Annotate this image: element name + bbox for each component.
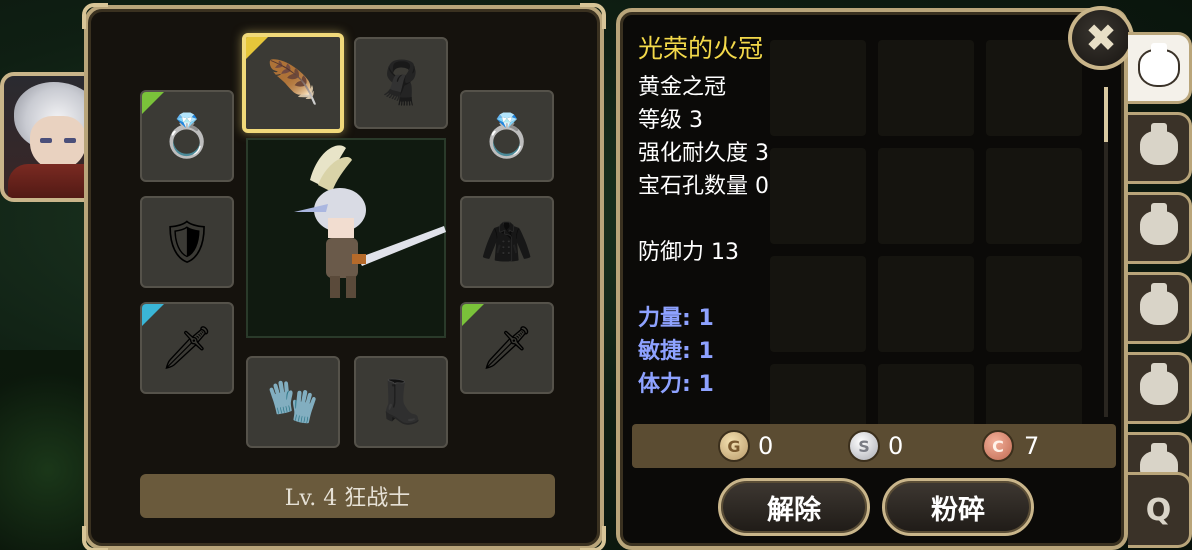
level-class-bar: Lv. 4 狂战士 — [140, 474, 555, 518]
stat-agility: 敏捷: 1 — [638, 339, 714, 364]
character-preview — [246, 138, 446, 338]
gold-amount: 0 — [758, 432, 774, 460]
destroy-button[interactable]: 粉碎 — [882, 478, 1034, 536]
character-sprite — [294, 145, 446, 298]
gold-ring-icon: 💍 — [480, 111, 534, 160]
tab-bag-3[interactable] — [1128, 192, 1192, 264]
slot-ring-right[interactable]: 💍 — [460, 90, 554, 182]
armor-icon: 🛡 — [160, 217, 214, 266]
tab-bag-4[interactable] — [1128, 272, 1192, 344]
slot-cape[interactable]: 🧣 — [354, 37, 448, 129]
tab-bag-2[interactable] — [1128, 112, 1192, 184]
feather-crown-icon: 🪶 — [266, 58, 320, 107]
portrait-eye-right — [64, 138, 76, 143]
sword-icon: 🗡 — [480, 323, 534, 372]
frame-corner — [82, 3, 108, 29]
gold-coin-icon: G — [718, 430, 750, 462]
item-durability: 强化耐久度 3 — [638, 141, 769, 166]
tab-search[interactable]: Q — [1128, 472, 1192, 548]
rarity-corner — [246, 37, 268, 59]
portrait-eye-left — [40, 138, 52, 143]
item-level: 等级 3 — [638, 108, 703, 133]
boot-silhouette-icon: 👢 — [374, 377, 428, 426]
item-type: 黄金之冠 — [638, 75, 727, 100]
coat-silhouette-icon: 🧥 — [480, 217, 534, 266]
currency-bar: G 0 S 0 C 7 — [632, 424, 1116, 468]
rarity-corner — [462, 304, 484, 326]
stat-vitality: 体力: 1 — [638, 372, 714, 397]
bag-icon — [1139, 43, 1178, 85]
scrollbar-thumb[interactable] — [1104, 87, 1108, 142]
item-gem-slots: 宝石孔数量 0 — [638, 174, 769, 199]
item-defense: 防御力 13 — [638, 240, 739, 265]
bag-icon — [1139, 203, 1178, 245]
bag-icon — [1139, 283, 1178, 325]
tab-bag-1[interactable] — [1128, 32, 1192, 104]
portrait-face — [30, 116, 86, 170]
rarity-corner — [142, 304, 164, 326]
rarity-corner — [142, 92, 164, 114]
close-button[interactable]: ✖ — [1068, 6, 1134, 70]
slot-armor[interactable]: 🛡 — [140, 196, 234, 288]
cape-silhouette-icon: 🧣 — [374, 58, 428, 107]
dagger-icon: 🗡 — [160, 323, 214, 372]
stat-strength: 力量: 1 — [638, 306, 714, 331]
slot-coat[interactable]: 🧥 — [460, 196, 554, 288]
slot-ring-left[interactable]: 💍 — [140, 90, 234, 182]
tab-bag-5[interactable] — [1128, 352, 1192, 424]
frame-corner — [580, 526, 606, 550]
close-icon: ✖ — [1085, 16, 1117, 60]
copper-coin-icon: C — [982, 430, 1014, 462]
slot-gloves[interactable]: 🧤 — [246, 356, 340, 448]
slot-helmet[interactable]: 🪶 — [242, 33, 344, 133]
item-description: 光荣的火冠 黄金之冠 等级 3 强化耐久度 3 宝石孔数量 0 防御力 13 力… — [638, 32, 769, 401]
search-icon: Q — [1145, 492, 1172, 528]
item-title: 光荣的火冠 — [638, 34, 764, 63]
slot-weapon[interactable]: 🗡 — [460, 302, 554, 394]
slot-offhand[interactable]: 🗡 — [140, 302, 234, 394]
copper-amount: 7 — [1024, 432, 1040, 460]
unequip-button[interactable]: 解除 — [718, 478, 870, 536]
bag-icon — [1139, 363, 1178, 405]
item-info-panel: 光荣的火冠 黄金之冠 等级 3 强化耐久度 3 宝石孔数量 0 防御力 13 力… — [616, 8, 1128, 550]
gold-ring-icon: 💍 — [160, 111, 214, 160]
frame-corner — [82, 526, 108, 550]
glove-icon: 🧤 — [266, 377, 320, 426]
silver-coin-icon: S — [848, 430, 880, 462]
frame-corner — [580, 3, 606, 29]
bag-icon — [1139, 123, 1178, 165]
silver-amount: 0 — [888, 432, 904, 460]
slot-boots[interactable]: 👢 — [354, 356, 448, 448]
